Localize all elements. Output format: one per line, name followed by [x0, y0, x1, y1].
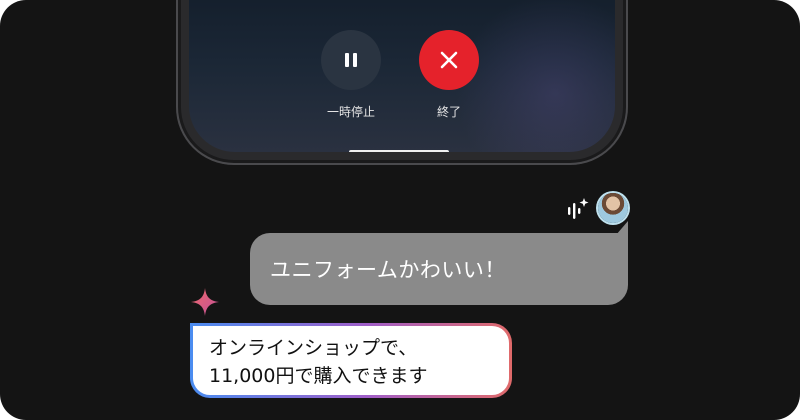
phone-frame: 一時停止 終了: [176, 0, 628, 165]
end-call-button[interactable]: [419, 30, 479, 90]
end-label: 終了: [436, 105, 461, 119]
pause-icon: [345, 53, 357, 67]
home-indicator: [349, 150, 449, 152]
phone-screen: 一時停止 終了: [189, 0, 615, 152]
assistant-message-line-2: 11,000円で購入できます: [209, 365, 428, 387]
pause-button[interactable]: [321, 30, 381, 90]
voice-sparkle-icon: [568, 198, 589, 219]
avatar: [598, 193, 628, 223]
assistant-message-line-1: オンラインショップで、: [209, 337, 418, 359]
user-message-text: ユニフォームかわいい！: [270, 258, 506, 282]
user-message-bubble: ユニフォームかわいい！: [250, 233, 628, 305]
sparkle-icon: [191, 288, 219, 316]
assistant-message-bubble: オンラインショップで、 11,000円で購入できます: [190, 323, 512, 398]
assistant-message-body: オンラインショップで、 11,000円で購入できます: [193, 326, 509, 395]
pause-label: 一時停止: [326, 105, 375, 119]
close-icon: [440, 51, 458, 69]
screenshot-card: 一時停止 終了 ユニフォームかわいい！ オンラインショップで、 11,000円で…: [0, 0, 800, 420]
